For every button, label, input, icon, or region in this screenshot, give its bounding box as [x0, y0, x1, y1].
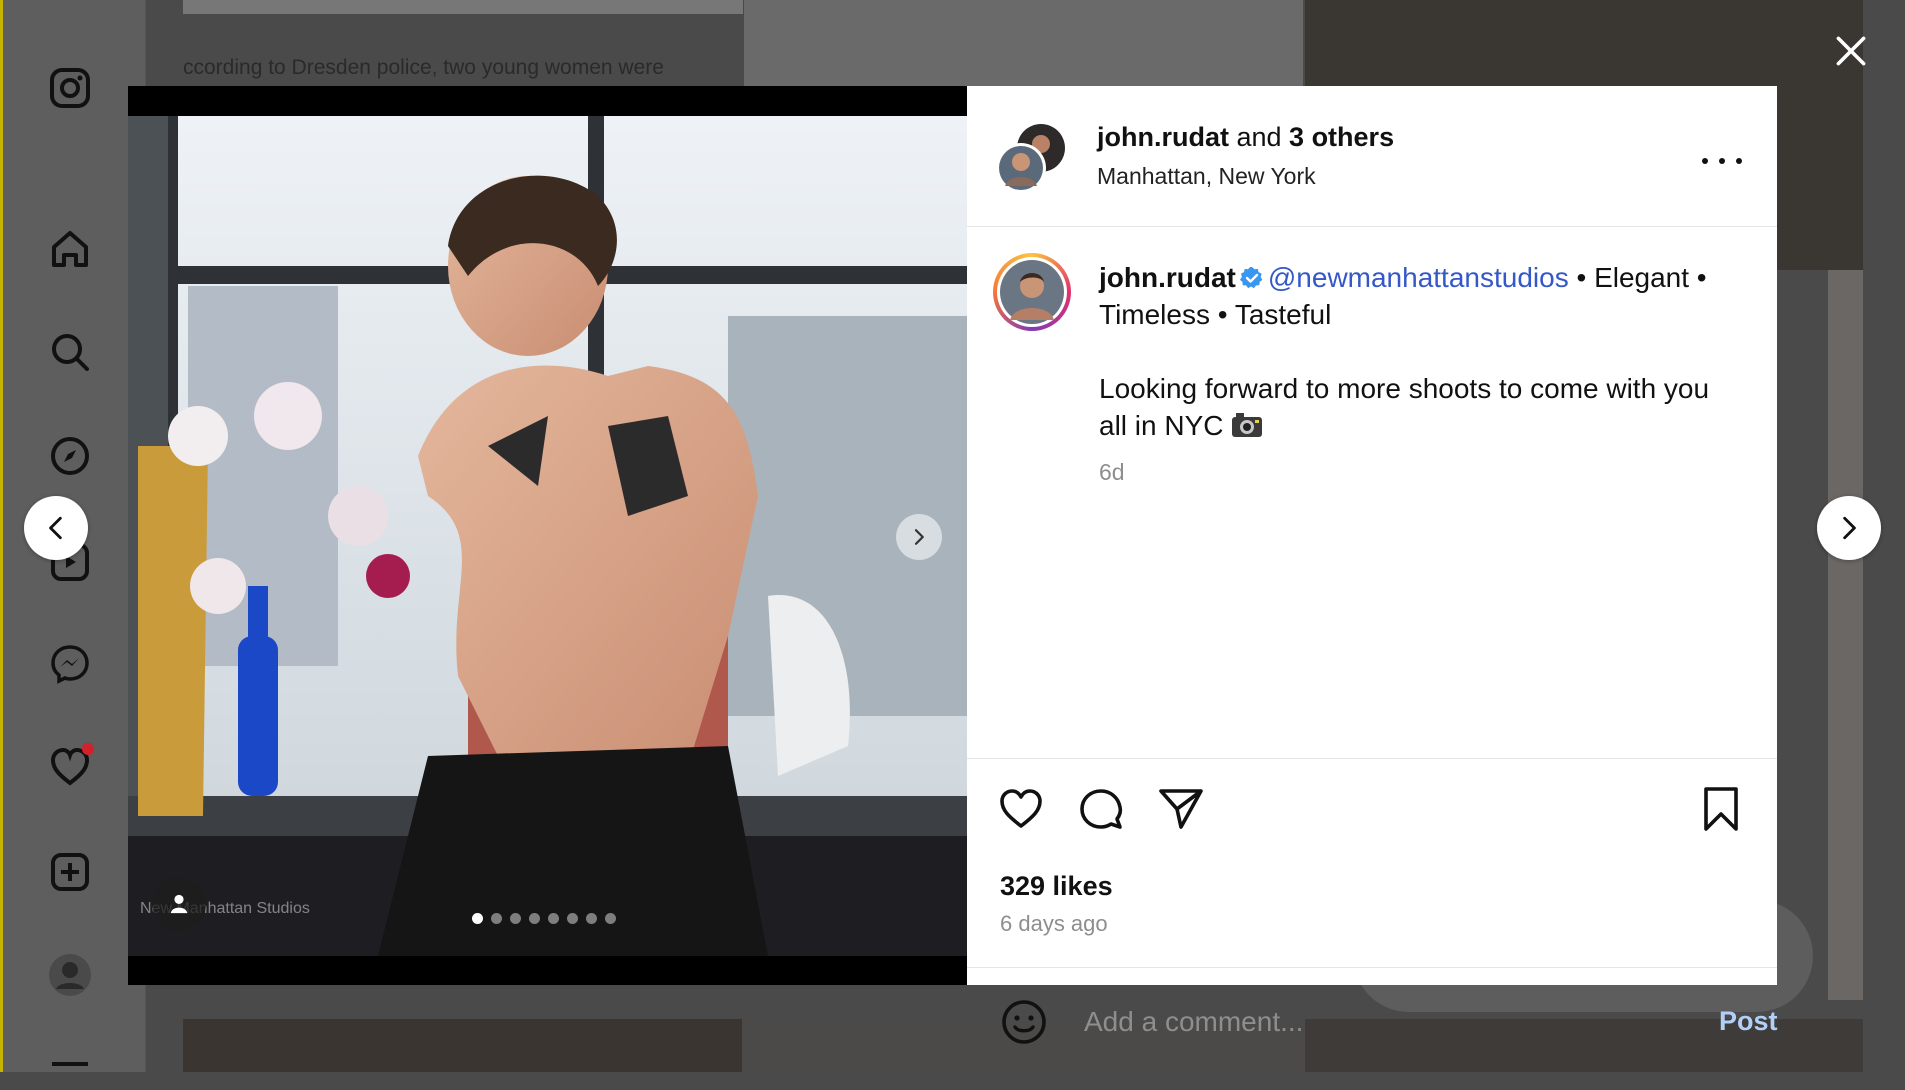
person-icon	[170, 894, 188, 914]
home-icon[interactable]	[48, 227, 92, 271]
more-options-button[interactable]	[1702, 146, 1742, 176]
profile-avatar[interactable]	[48, 953, 92, 997]
post-photo[interactable]	[128, 116, 967, 956]
caption-timestamp[interactable]: 6d	[1099, 459, 1125, 486]
likes-count[interactable]: 329 likes	[1000, 871, 1113, 902]
emoji-icon[interactable]	[1000, 998, 1048, 1046]
others-link[interactable]: 3 others	[1289, 122, 1394, 152]
previous-post-button[interactable]	[24, 496, 88, 560]
notifications-heart-icon[interactable]	[48, 743, 94, 789]
post-date[interactable]: 6 days ago	[1000, 911, 1108, 937]
post-modal: New Manhattan Studios john.rudat and 3 o…	[128, 86, 1778, 1048]
close-icon	[1836, 36, 1866, 66]
comment-icon	[1080, 789, 1123, 829]
send-icon	[1159, 789, 1203, 829]
caption-area: john.rudat @newmanhattanstudios • Elegant…	[967, 227, 1777, 757]
carousel-dot	[586, 913, 597, 924]
caption-avatar-inner	[997, 257, 1067, 327]
camera-emoji-icon	[1232, 413, 1263, 437]
post-header: john.rudat and 3 others Manhattan, New Y…	[967, 86, 1777, 227]
grid-tile[interactable]	[744, 0, 1303, 86]
caption-username[interactable]: john.rudat	[1099, 262, 1236, 293]
caption-body-text: Looking forward to more shoots to come w…	[1099, 373, 1710, 441]
post-authors: john.rudat and 3 others	[1097, 122, 1394, 153]
chevron-right-icon	[1843, 516, 1856, 540]
verified-badge-icon	[1239, 266, 1263, 289]
post-comment-button[interactable]: Post	[1719, 1006, 1778, 1037]
save-button[interactable]	[1697, 785, 1745, 833]
chevron-left-icon	[49, 516, 62, 540]
comment-bar: Post	[967, 967, 1778, 1075]
more-menu-icon[interactable]	[48, 1046, 92, 1090]
share-button[interactable]	[1157, 785, 1205, 833]
carousel-dot	[491, 913, 502, 924]
chevron-right-icon	[914, 529, 924, 545]
carousel-dot	[510, 913, 521, 924]
next-slide-button[interactable]	[896, 514, 942, 560]
post-location[interactable]: Manhattan, New York	[1097, 163, 1316, 190]
explore-icon[interactable]	[48, 434, 92, 478]
post-media: New Manhattan Studios	[128, 86, 967, 985]
carousel-dot	[472, 913, 483, 924]
next-post-button[interactable]	[1817, 496, 1881, 560]
carousel-dot	[529, 913, 540, 924]
instagram-logo-icon[interactable]	[48, 66, 92, 110]
caption-avatar-image	[1000, 260, 1064, 324]
close-button[interactable]	[1830, 30, 1872, 72]
collaborator-avatars-image	[996, 124, 1065, 193]
mention-link[interactable]: @newmanhattanstudios	[1268, 262, 1569, 293]
caption-body: Looking forward to more shoots to come w…	[1099, 370, 1719, 444]
tagged-people-button[interactable]	[152, 877, 206, 931]
carousel-dot	[567, 913, 578, 924]
post-actions: 329 likes 6 days ago	[967, 758, 1777, 967]
window-edge	[0, 0, 3, 1072]
notification-dot	[82, 743, 94, 755]
comment-button[interactable]	[1077, 785, 1125, 833]
collaborator-avatars[interactable]	[996, 124, 1067, 193]
grid-tile[interactable]	[1828, 270, 1863, 1000]
post-details-panel: john.rudat and 3 others Manhattan, New Y…	[967, 86, 1778, 1048]
caption-avatar[interactable]	[993, 253, 1071, 331]
grid-tile[interactable]	[183, 1019, 742, 1072]
search-icon[interactable]	[48, 330, 92, 374]
heart-icon	[1000, 789, 1042, 828]
caption-text: john.rudat @newmanhattanstudios • Elegant…	[1099, 259, 1739, 333]
create-icon[interactable]	[48, 850, 92, 894]
carousel-indicator	[472, 913, 616, 924]
more-dot	[1702, 158, 1708, 164]
post-photo-image	[128, 116, 967, 956]
messenger-icon[interactable]	[48, 642, 92, 686]
bookmark-icon	[1704, 787, 1738, 831]
carousel-dot	[548, 913, 559, 924]
author-username[interactable]: john.rudat	[1097, 122, 1229, 152]
more-dot	[1719, 158, 1725, 164]
more-dot	[1736, 158, 1742, 164]
carousel-dot	[605, 913, 616, 924]
like-button[interactable]	[997, 785, 1045, 833]
authors-and-text: and	[1228, 122, 1290, 152]
comment-input[interactable]	[1082, 996, 1646, 1048]
